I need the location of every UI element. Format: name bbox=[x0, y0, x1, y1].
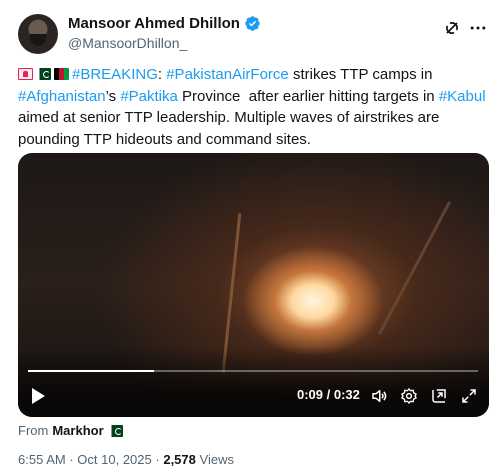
views-count: 2,578 bbox=[163, 452, 196, 467]
source-attribution: From Markhor bbox=[18, 423, 126, 438]
avatar[interactable] bbox=[18, 14, 58, 54]
picture-in-picture-icon[interactable] bbox=[430, 387, 448, 405]
video-progress-fill bbox=[28, 370, 154, 372]
author-handle[interactable]: @MansoorDhillon_ bbox=[68, 35, 187, 51]
tweet-meta: 6:55 AM · Oct 10, 2025 · 2,578 Views bbox=[18, 452, 234, 467]
video-progress-bar[interactable] bbox=[28, 370, 478, 372]
author-name[interactable]: Mansoor Ahmed Dhillon bbox=[68, 15, 240, 32]
video-player[interactable]: 0:09 / 0:32 bbox=[18, 153, 489, 417]
video-frame-detail bbox=[377, 201, 452, 335]
verified-badge-icon bbox=[245, 16, 260, 31]
hashtag-link[interactable]: #Afghanistan bbox=[18, 88, 106, 105]
volume-icon[interactable] bbox=[370, 387, 388, 405]
views-label: Views bbox=[199, 452, 234, 467]
hashtag-link[interactable]: #BREAKING bbox=[72, 66, 158, 83]
tweet-header: Mansoor Ahmed Dhillon @MansoorDhillon_ bbox=[18, 12, 488, 56]
settings-gear-icon[interactable] bbox=[400, 387, 418, 405]
tweet-text: #BREAKING: #PakistanAirForce strikes TTP… bbox=[18, 64, 488, 150]
play-icon[interactable] bbox=[30, 387, 46, 405]
meta-separator: · bbox=[155, 452, 160, 467]
author-name-row: Mansoor Ahmed Dhillon bbox=[68, 15, 261, 32]
hashtag-link[interactable]: #PakistanAirForce bbox=[166, 66, 289, 83]
hashtag-link[interactable]: #Paktika bbox=[120, 88, 178, 105]
afghanistan-flag-icon bbox=[54, 68, 69, 80]
pakistan-flag-icon bbox=[107, 424, 123, 437]
video-frame-ground bbox=[18, 347, 489, 417]
tweet-text-segment: Province after earlier hitting targets i… bbox=[177, 87, 439, 105]
tweet-time[interactable]: 6:55 AM bbox=[18, 452, 66, 467]
source-name[interactable]: Markhor bbox=[52, 423, 103, 438]
more-options-icon[interactable] bbox=[468, 18, 488, 38]
fullscreen-icon[interactable] bbox=[460, 387, 478, 405]
tweet-text-segment: strikes TTP camps in bbox=[288, 66, 437, 83]
hashtag-link[interactable]: #Kabul bbox=[439, 88, 486, 105]
source-prefix: From bbox=[18, 423, 49, 438]
video-time: 0:09 / 0:32 bbox=[297, 387, 360, 402]
tweet-text-segment: : bbox=[157, 66, 167, 83]
tweet-date[interactable]: Oct 10, 2025 bbox=[77, 452, 151, 467]
meta-separator: · bbox=[69, 452, 74, 467]
grok-icon[interactable] bbox=[442, 18, 462, 38]
pakistan-flag-icon bbox=[36, 68, 51, 80]
alert-siren-icon bbox=[18, 68, 33, 80]
tweet-text-segment: ’s bbox=[105, 87, 121, 105]
